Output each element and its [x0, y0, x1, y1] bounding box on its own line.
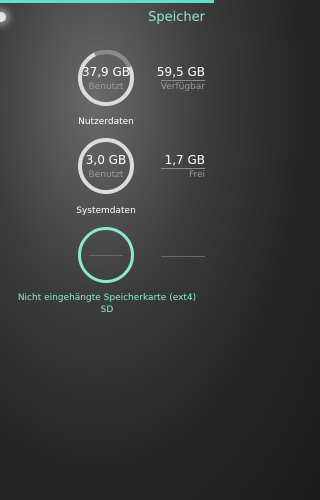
- system-data-divider: [161, 168, 205, 169]
- ambience-glow: [0, 12, 6, 22]
- user-data-available-value: 59,5 GB: [156, 65, 205, 79]
- user-data-available-label: Verfügbar: [160, 82, 205, 92]
- system-data-caption: Systemdaten: [76, 206, 136, 216]
- page-title: Speicher: [148, 10, 205, 25]
- user-data-caption: Nutzerdaten: [78, 117, 134, 127]
- sd-card-ring-divider: [89, 255, 123, 256]
- sd-card-caption: Nicht eingehängte Speicherkarte (ext4): [17, 293, 197, 303]
- system-data-free-label: Frei: [188, 170, 205, 180]
- system-data-used-value: 3,0 GB: [85, 153, 127, 167]
- sd-card-name: SD: [100, 305, 114, 315]
- user-data-used-label: Benutzt: [88, 82, 124, 92]
- system-data-free-value: 1,7 GB: [164, 153, 205, 167]
- user-data-divider: [161, 80, 205, 81]
- sd-card-side-divider: [161, 256, 205, 257]
- top-accent-line: [0, 0, 214, 3]
- system-data-used-label: Benutzt: [88, 170, 124, 180]
- user-data-used-value: 37,9 GB: [81, 65, 131, 79]
